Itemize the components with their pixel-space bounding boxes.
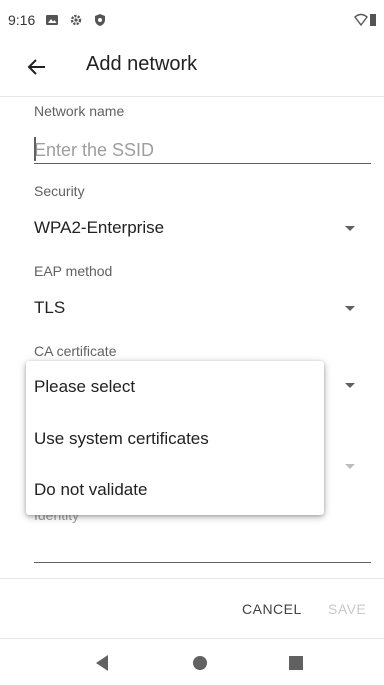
actions-divider	[0, 578, 384, 579]
ssid-input-underline	[34, 163, 371, 164]
status-right-group	[354, 13, 376, 27]
ca-certificate-dropdown: Please select Use system certificates Do…	[26, 361, 324, 515]
page-title: Add network	[86, 53, 198, 75]
network-name-label: Network name	[34, 103, 125, 119]
cancel-button[interactable]: CANCEL	[242, 601, 302, 617]
ca-chevron-down-icon[interactable]	[345, 383, 355, 388]
security-label: Security	[34, 183, 85, 199]
gear-icon	[69, 13, 83, 27]
arrow-left-icon[interactable]	[24, 54, 50, 80]
security-chevron-down-icon[interactable]	[345, 226, 355, 231]
eap-method-select[interactable]: TLS	[34, 298, 65, 318]
app-bar: Add network	[0, 40, 384, 96]
nav-home-icon[interactable]	[193, 656, 207, 670]
app-bar-divider	[0, 96, 384, 97]
identity-input-underline	[34, 562, 371, 563]
save-button[interactable]: SAVE	[328, 601, 366, 617]
security-select[interactable]: WPA2-Enterprise	[34, 218, 164, 238]
battery-icon	[370, 13, 376, 27]
dropdown-option-do-not-validate[interactable]: Do not validate	[26, 464, 324, 515]
nav-recents-icon[interactable]	[289, 656, 303, 670]
shield-icon	[93, 13, 107, 27]
hidden-field-chevron-down-icon[interactable]	[345, 464, 355, 469]
status-bar: 9:16	[0, 0, 384, 40]
gallery-icon	[45, 13, 59, 27]
nav-back-icon[interactable]	[96, 655, 108, 671]
eap-chevron-down-icon[interactable]	[345, 306, 355, 311]
navigation-bar	[0, 639, 384, 685]
status-time: 9:16	[8, 12, 36, 28]
ca-certificate-label: CA certificate	[34, 343, 117, 359]
dropdown-option-use-system-certificates[interactable]: Use system certificates	[26, 413, 324, 464]
text-cursor	[34, 137, 36, 161]
wifi-icon	[354, 13, 368, 27]
eap-method-label: EAP method	[34, 263, 113, 279]
dropdown-option-please-select[interactable]: Please select	[26, 361, 324, 412]
ssid-input[interactable]	[34, 136, 372, 164]
